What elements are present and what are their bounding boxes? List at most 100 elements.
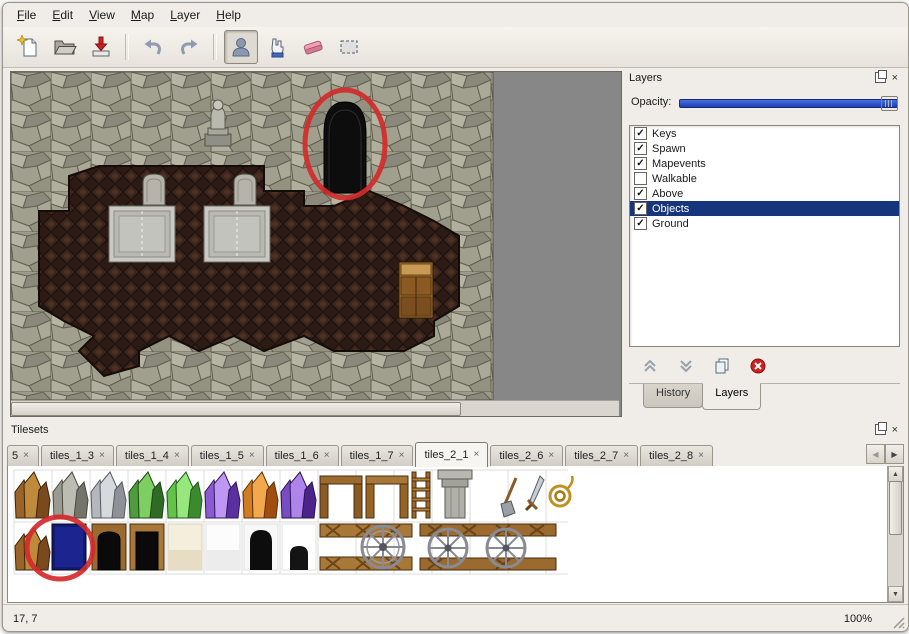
float-panel-icon[interactable]: [875, 72, 886, 83]
eraser-tool-button[interactable]: [296, 30, 330, 64]
small-arch-tile[interactable]: [282, 524, 316, 570]
layers-panel-titlebar: Layers ×: [625, 69, 904, 86]
opacity-slider[interactable]: [679, 95, 898, 109]
layer-checkbox[interactable]: ✓: [634, 187, 647, 200]
wheel-tile[interactable]: [429, 529, 467, 567]
tileset-tab-1[interactable]: tiles_1_3 ×: [41, 445, 114, 466]
eraser-icon: [301, 35, 325, 59]
tileset-vertical-scrollbar[interactable]: ▲ ▼: [887, 466, 903, 602]
resize-grip[interactable]: [892, 616, 905, 629]
tileset-tab-5[interactable]: tiles_1_7 ×: [341, 445, 414, 466]
tileset-tab-label: tiles_2_6: [499, 450, 543, 462]
layer-checkbox[interactable]: ✓: [634, 127, 647, 140]
tileset-art[interactable]: [8, 466, 886, 600]
tileset-tab-label: tiles_1_7: [350, 450, 394, 462]
layer-checkbox[interactable]: ✓: [634, 157, 647, 170]
tileset-tab-2[interactable]: tiles_1_4 ×: [116, 445, 189, 466]
menu-layer[interactable]: Layer: [162, 5, 208, 25]
cream-tile[interactable]: [168, 524, 202, 570]
check-icon: ✓: [636, 189, 644, 198]
tileset-tab-label: tiles_2_8: [649, 450, 693, 462]
raise-layer-button[interactable]: [637, 355, 663, 377]
wood-door-dark-tile[interactable]: [130, 524, 164, 570]
scroll-tabs-left-button[interactable]: ◀: [866, 444, 885, 464]
layer-checkbox[interactable]: ✓: [634, 202, 647, 215]
wheel-tile[interactable]: [362, 526, 404, 568]
stamp-person-icon: [229, 35, 253, 59]
close-panel-icon[interactable]: ×: [890, 425, 900, 435]
tileset-tab-4[interactable]: tiles_1_6 ×: [266, 445, 339, 466]
selected-navy-tile[interactable]: [52, 524, 86, 570]
vscroll-thumb[interactable]: [889, 481, 902, 535]
select-tool-button[interactable]: [332, 30, 366, 64]
menu-map[interactable]: Map: [123, 5, 162, 25]
stamp-tool-button[interactable]: [224, 30, 258, 64]
tileset-tab-9[interactable]: tiles_2_8 ×: [640, 445, 713, 466]
save-file-button[interactable]: [84, 30, 118, 64]
tileset-view[interactable]: ▲ ▼: [7, 466, 904, 603]
dark-arch-tile[interactable]: [244, 524, 278, 570]
menu-help[interactable]: Help: [208, 5, 249, 25]
layers-panel: Layers × Opacity: ✓ Keys ✓ Spawn ✓ Mapev…: [625, 69, 904, 415]
layer-row-walkable[interactable]: ✓ Walkable: [630, 171, 899, 186]
opacity-handle[interactable]: [881, 96, 898, 111]
layer-row-mapevents[interactable]: ✓ Mapevents: [630, 156, 899, 171]
brush-tool-button[interactable]: [260, 30, 294, 64]
undo-button[interactable]: [136, 30, 170, 64]
tab-close-icon[interactable]: ×: [548, 451, 554, 461]
wood-door-dark-tile[interactable]: [92, 524, 126, 570]
layer-checkbox[interactable]: ✓: [634, 217, 647, 230]
tab-close-icon[interactable]: ×: [324, 451, 330, 461]
layer-row-above[interactable]: ✓ Above: [630, 186, 899, 201]
toolbar-separator: [125, 34, 129, 60]
tab-close-icon[interactable]: ×: [399, 451, 405, 461]
layer-checkbox[interactable]: ✓: [634, 172, 647, 185]
layer-checkbox[interactable]: ✓: [634, 142, 647, 155]
scroll-tabs-right-button[interactable]: ▶: [885, 444, 904, 464]
tab-layers[interactable]: Layers: [702, 383, 761, 410]
map-canvas[interactable]: [10, 71, 622, 417]
menu-file[interactable]: File: [9, 5, 44, 25]
delete-layer-button[interactable]: [745, 355, 771, 377]
tab-close-icon[interactable]: ×: [474, 450, 480, 460]
layer-row-keys[interactable]: ✓ Keys: [630, 126, 899, 141]
wheel-tile[interactable]: [487, 529, 525, 567]
tileset-tab-8[interactable]: tiles_2_7 ×: [565, 445, 638, 466]
tileset-tabs: 5 × tiles_1_3 × tiles_1_4 × tiles_1_5 × …: [7, 439, 904, 467]
tab-close-icon[interactable]: ×: [249, 451, 255, 461]
tileset-tab-label: tiles_2_1: [424, 449, 468, 461]
map-art[interactable]: [11, 72, 619, 400]
tab-close-icon[interactable]: ×: [623, 451, 629, 461]
hscroll-thumb[interactable]: [11, 402, 461, 416]
tab-close-icon[interactable]: ×: [23, 451, 29, 461]
tileset-tab-6[interactable]: tiles_2_1 ×: [415, 442, 488, 467]
duplicate-layer-button[interactable]: [709, 355, 735, 377]
lower-layer-button[interactable]: [673, 355, 699, 377]
layer-label: Walkable: [652, 173, 697, 185]
menu-view[interactable]: View: [81, 5, 123, 25]
tab-close-icon[interactable]: ×: [99, 451, 105, 461]
tileset-tab-7[interactable]: tiles_2_6 ×: [490, 445, 563, 466]
tab-history[interactable]: History: [643, 384, 703, 408]
tileset-tab-3[interactable]: tiles_1_5 ×: [191, 445, 264, 466]
tileset-tab-label: tiles_2_7: [574, 450, 618, 462]
scroll-down-arrow[interactable]: ▼: [888, 586, 903, 602]
map-horizontal-scrollbar[interactable]: [11, 400, 619, 416]
layer-row-spawn[interactable]: ✓ Spawn: [630, 141, 899, 156]
float-panel-icon[interactable]: [875, 424, 886, 435]
scroll-up-arrow[interactable]: ▲: [888, 466, 903, 482]
toolbar: [3, 27, 908, 68]
white-tile[interactable]: [206, 524, 240, 570]
redo-button[interactable]: [172, 30, 206, 64]
tileset-tab-0[interactable]: 5 ×: [7, 445, 39, 466]
layers-panel-title: Layers: [629, 72, 875, 84]
tab-close-icon[interactable]: ×: [174, 451, 180, 461]
close-panel-icon[interactable]: ×: [890, 73, 900, 83]
menu-edit[interactable]: Edit: [44, 5, 81, 25]
open-file-button[interactable]: [48, 30, 82, 64]
lower-layer-icon: [677, 358, 695, 374]
new-file-button[interactable]: [12, 30, 46, 64]
layer-row-ground[interactable]: ✓ Ground: [630, 216, 899, 231]
layer-row-objects[interactable]: ✓ Objects: [630, 201, 899, 216]
tab-close-icon[interactable]: ×: [698, 451, 704, 461]
